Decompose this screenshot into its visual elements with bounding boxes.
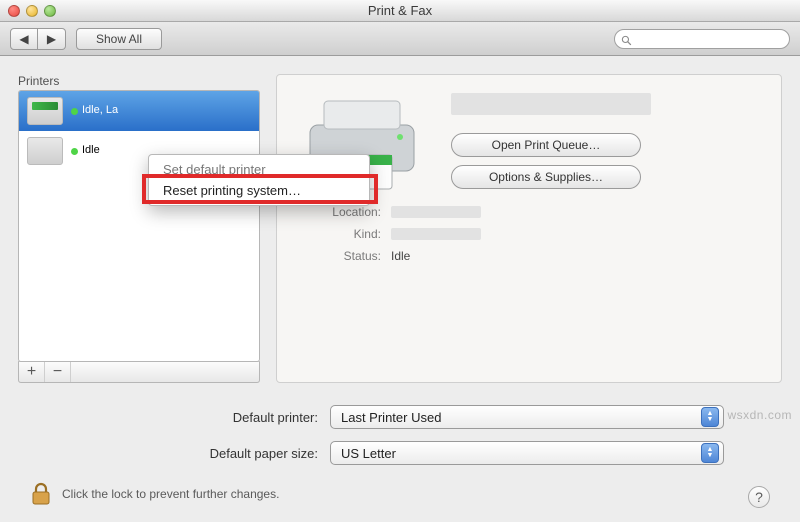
minus-icon: − [53, 363, 62, 381]
options-supplies-label: Options & Supplies… [489, 170, 603, 184]
printer-list-item[interactable]: Idle, La [19, 91, 259, 131]
status-dot-icon [71, 108, 78, 115]
menu-set-default-printer[interactable]: Set default printer [149, 159, 369, 180]
add-printer-button[interactable]: + [19, 362, 45, 382]
context-menu: Set default printer Reset printing syste… [148, 154, 370, 206]
forward-arrow-icon: ▶ [47, 32, 56, 46]
help-button[interactable]: ? [748, 486, 770, 508]
plus-icon: + [27, 363, 36, 381]
back-button[interactable]: ◀ [10, 28, 38, 50]
open-print-queue-label: Open Print Queue… [492, 138, 601, 152]
popup-arrows-icon: ▲▼ [701, 407, 719, 427]
status-label: Status: [297, 249, 381, 263]
default-printer-popup[interactable]: Last Printer Used ▲▼ [330, 405, 724, 429]
content-area: Printers Idle, La Idle [0, 56, 800, 522]
printers-list[interactable]: Idle, La Idle [18, 90, 260, 362]
search-icon [621, 33, 632, 45]
printer-status-sub: Idle [82, 144, 100, 158]
nav-back-forward: ◀ ▶ [10, 28, 66, 50]
default-paper-popup[interactable]: US Letter ▲▼ [330, 441, 724, 465]
printer-icon [27, 137, 63, 165]
printer-status-sub: Idle, La [82, 104, 118, 118]
search-input[interactable] [636, 33, 783, 45]
open-print-queue-button[interactable]: Open Print Queue… [451, 133, 641, 157]
printers-heading: Printers [18, 74, 260, 88]
location-value-placeholder [391, 206, 481, 218]
default-paper-label: Default paper size: [18, 446, 318, 461]
default-paper-value: US Letter [341, 446, 396, 461]
lock-icon[interactable] [30, 482, 52, 506]
location-label: Location: [297, 205, 381, 219]
toolbar: ◀ ▶ Show All [0, 22, 800, 56]
remove-printer-button[interactable]: − [45, 362, 71, 382]
forward-button[interactable]: ▶ [38, 28, 66, 50]
default-printer-value: Last Printer Used [341, 410, 441, 425]
printers-sidebar: Printers Idle, La Idle [18, 74, 260, 383]
show-all-button[interactable]: Show All [76, 28, 162, 50]
options-supplies-button[interactable]: Options & Supplies… [451, 165, 641, 189]
popup-arrows-icon: ▲▼ [701, 443, 719, 463]
window-title: Print & Fax [0, 3, 800, 18]
lock-text: Click the lock to prevent further change… [62, 487, 279, 501]
lock-row: Click the lock to prevent further change… [30, 482, 279, 506]
status-value: Idle [391, 249, 410, 263]
show-all-label: Show All [96, 32, 142, 46]
watermark: wsxdn.com [727, 408, 792, 422]
back-arrow-icon: ◀ [19, 32, 28, 46]
printer-detail-pane: Open Print Queue… Options & Supplies… Lo… [276, 74, 782, 383]
menu-reset-printing-system[interactable]: Reset printing system… [149, 180, 369, 201]
window-titlebar: Print & Fax [0, 0, 800, 22]
search-field[interactable] [614, 29, 790, 49]
add-remove-bar: + − [18, 361, 260, 383]
status-dot-icon [71, 148, 78, 155]
default-printer-label: Default printer: [18, 410, 318, 425]
help-icon: ? [755, 489, 763, 505]
printer-icon [27, 97, 63, 125]
kind-value-placeholder [391, 228, 481, 240]
kind-label: Kind: [297, 227, 381, 241]
printer-name-placeholder [451, 93, 651, 115]
